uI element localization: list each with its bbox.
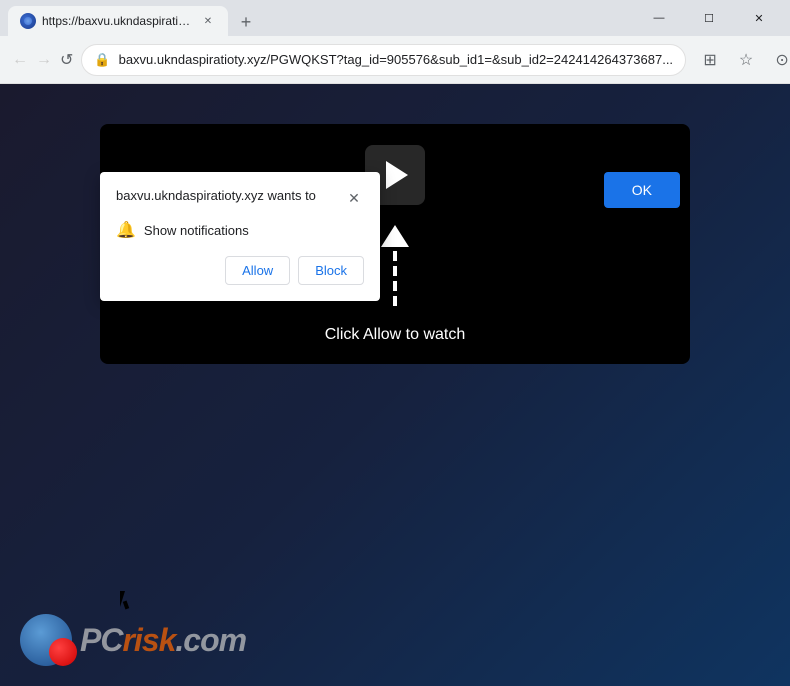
arrow-up-icon (381, 225, 409, 247)
notification-row: 🔔 Show notifications (116, 220, 364, 240)
ok-button[interactable]: OK (604, 172, 680, 208)
page-content: Click Allow to watch OK baxvu.ukndaspira… (0, 84, 790, 686)
dialog-buttons: Allow Block (116, 256, 364, 285)
tab-title: https://baxvu.ukndaspiratioty.xyz... (42, 14, 194, 28)
mouse-cursor (120, 591, 134, 611)
nav-icons: ⊞ ☆ ⊙ ⋮ (694, 44, 790, 76)
watermark-pc: PC (80, 622, 122, 658)
dialog-close-button[interactable]: ✕ (344, 188, 364, 208)
close-button[interactable]: ✕ (736, 0, 782, 36)
maximize-button[interactable]: ☐ (686, 0, 732, 36)
arrow-indicator (381, 225, 409, 306)
forward-button[interactable]: → (36, 44, 52, 76)
active-tab[interactable]: https://baxvu.ukndaspiratioty.xyz... ✕ (8, 6, 228, 36)
window-controls: — ☐ ✕ (636, 0, 782, 36)
extensions-button[interactable]: ⊞ (694, 44, 726, 76)
url-text: baxvu.ukndaspiratioty.xyz/PGWQKST?tag_id… (119, 52, 673, 67)
new-tab-button[interactable]: + (232, 8, 260, 36)
dash-1 (393, 251, 397, 261)
pc-logo (20, 614, 72, 666)
dash-2 (393, 266, 397, 276)
dash-4 (393, 296, 397, 306)
allow-button[interactable]: Allow (225, 256, 290, 285)
dash-3 (393, 281, 397, 291)
page-background: Click Allow to watch OK baxvu.ukndaspira… (0, 84, 790, 686)
profile-button[interactable]: ⊙ (766, 44, 790, 76)
notification-label: Show notifications (144, 223, 249, 238)
watermark-risk: risk (122, 622, 175, 658)
browser-window: https://baxvu.ukndaspiratioty.xyz... ✕ +… (0, 0, 790, 686)
reload-button[interactable]: ↺ (60, 44, 73, 76)
dialog-header: baxvu.ukndaspiratioty.xyz wants to ✕ (116, 188, 364, 208)
lock-icon: 🔒 (94, 52, 110, 68)
watermark-com: .com (175, 622, 246, 658)
block-button[interactable]: Block (298, 256, 364, 285)
click-allow-text: Click Allow to watch (325, 326, 466, 344)
arrow-dashes (393, 251, 397, 306)
tab-bar: https://baxvu.ukndaspiratioty.xyz... ✕ + (8, 0, 624, 36)
watermark-text: PCrisk.com (80, 622, 246, 659)
dialog-title: baxvu.ukndaspiratioty.xyz wants to (116, 188, 316, 203)
watermark: PCrisk.com (20, 614, 246, 666)
tab-close-button[interactable]: ✕ (200, 13, 216, 29)
permission-dialog: baxvu.ukndaspiratioty.xyz wants to ✕ 🔔 S… (100, 172, 380, 301)
bookmark-button[interactable]: ☆ (730, 44, 762, 76)
bell-icon: 🔔 (116, 220, 136, 240)
title-bar: https://baxvu.ukndaspiratioty.xyz... ✕ +… (0, 0, 790, 36)
address-bar[interactable]: 🔒 baxvu.ukndaspiratioty.xyz/PGWQKST?tag_… (81, 44, 686, 76)
minimize-button[interactable]: — (636, 0, 682, 36)
back-button[interactable]: ← (12, 44, 28, 76)
play-icon (386, 161, 408, 189)
tab-favicon (20, 13, 36, 29)
navigation-bar: ← → ↺ 🔒 baxvu.ukndaspiratioty.xyz/PGWQKS… (0, 36, 790, 84)
